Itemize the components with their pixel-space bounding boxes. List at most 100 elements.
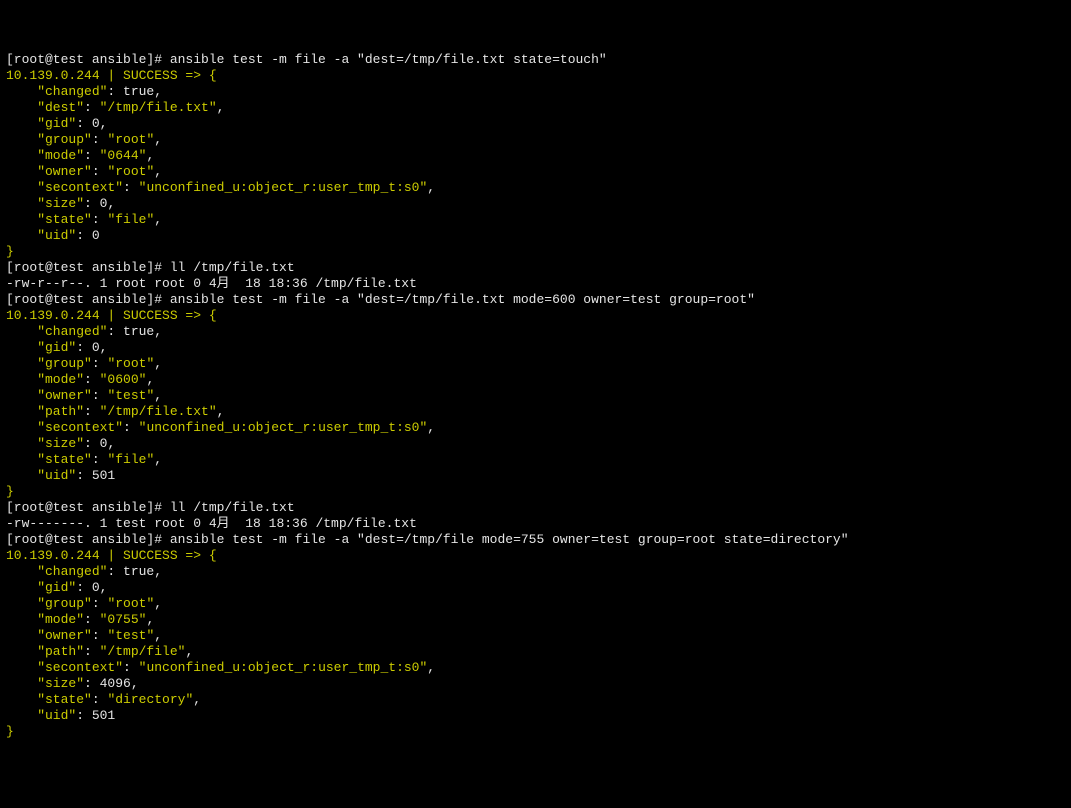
json-value: "0644" <box>100 148 147 163</box>
json-key: "changed" <box>6 84 107 99</box>
json-value: 501 <box>92 468 115 483</box>
terminal-line: 10.139.0.244 | SUCCESS => { <box>6 548 1065 564</box>
json-value: "0755" <box>100 612 147 627</box>
terminal-line: "changed": true, <box>6 564 1065 580</box>
ansible-output: 10.139.0.244 | SUCCESS => { <box>6 548 217 563</box>
terminal-output[interactable]: [root@test ansible]# ansible test -m fil… <box>6 52 1065 740</box>
json-value: true <box>123 564 154 579</box>
json-key: "gid" <box>6 340 76 355</box>
terminal-line: "changed": true, <box>6 84 1065 100</box>
json-key: "mode" <box>6 148 84 163</box>
terminal-line: } <box>6 484 1065 500</box>
shell-command[interactable]: ansible test -m file -a "dest=/tmp/file.… <box>170 292 755 307</box>
json-value: "/tmp/file.txt" <box>100 100 217 115</box>
json-value: 0 <box>92 116 100 131</box>
json-value: 0 <box>92 580 100 595</box>
json-value: "root" <box>107 596 154 611</box>
json-key: "uid" <box>6 468 76 483</box>
terminal-line: "state": "file", <box>6 212 1065 228</box>
json-value: "/tmp/file" <box>100 644 186 659</box>
json-key: "state" <box>6 452 92 467</box>
terminal-line: "group": "root", <box>6 132 1065 148</box>
terminal-line: "mode": "0644", <box>6 148 1065 164</box>
json-value: true <box>123 324 154 339</box>
json-key: "owner" <box>6 164 92 179</box>
json-value: "test" <box>107 628 154 643</box>
json-value: 0 <box>92 340 100 355</box>
terminal-line: [root@test ansible]# ansible test -m fil… <box>6 292 1065 308</box>
json-value: "root" <box>107 132 154 147</box>
terminal-line: "uid": 0 <box>6 228 1065 244</box>
shell-command[interactable]: ll /tmp/file.txt <box>170 500 295 515</box>
terminal-line: "uid": 501 <box>6 708 1065 724</box>
terminal-line: -rw-------. 1 test root 0 4月 18 18:36 /t… <box>6 516 1065 532</box>
json-value: "root" <box>107 356 154 371</box>
json-value: "unconfined_u:object_r:user_tmp_t:s0" <box>139 180 428 195</box>
json-value: 0 <box>92 228 100 243</box>
ansible-output: } <box>6 244 14 259</box>
json-key: "state" <box>6 212 92 227</box>
json-key: "path" <box>6 644 84 659</box>
terminal-line: "mode": "0755", <box>6 612 1065 628</box>
ls-output: -rw-r--r--. 1 root root 0 4月 18 18:36 /t… <box>6 276 417 291</box>
json-key: "gid" <box>6 116 76 131</box>
terminal-line: "owner": "root", <box>6 164 1065 180</box>
json-key: "mode" <box>6 612 84 627</box>
json-key: "secontext" <box>6 660 123 675</box>
json-value: "/tmp/file.txt" <box>100 404 217 419</box>
shell-prompt: [root@test ansible]# <box>6 292 170 307</box>
terminal-line: } <box>6 724 1065 740</box>
json-key: "size" <box>6 676 84 691</box>
terminal-line: [root@test ansible]# ansible test -m fil… <box>6 532 1065 548</box>
terminal-line: 10.139.0.244 | SUCCESS => { <box>6 308 1065 324</box>
json-key: "group" <box>6 596 92 611</box>
terminal-line: [root@test ansible]# ll /tmp/file.txt <box>6 500 1065 516</box>
json-value: "unconfined_u:object_r:user_tmp_t:s0" <box>139 420 428 435</box>
json-value: true <box>123 84 154 99</box>
json-key: "path" <box>6 404 84 419</box>
shell-command[interactable]: ansible test -m file -a "dest=/tmp/file … <box>170 532 849 547</box>
terminal-line: "dest": "/tmp/file.txt", <box>6 100 1065 116</box>
shell-prompt: [root@test ansible]# <box>6 500 170 515</box>
ansible-output: } <box>6 484 14 499</box>
terminal-line: "owner": "test", <box>6 388 1065 404</box>
json-key: "gid" <box>6 580 76 595</box>
json-key: "size" <box>6 436 84 451</box>
ansible-output: 10.139.0.244 | SUCCESS => { <box>6 308 217 323</box>
json-value: "directory" <box>107 692 193 707</box>
shell-prompt: [root@test ansible]# <box>6 532 170 547</box>
terminal-line: "state": "file", <box>6 452 1065 468</box>
terminal-line: "mode": "0600", <box>6 372 1065 388</box>
ls-output: -rw-------. 1 test root 0 4月 18 18:36 /t… <box>6 516 417 531</box>
terminal-line: "changed": true, <box>6 324 1065 340</box>
json-key: "uid" <box>6 228 76 243</box>
json-key: "owner" <box>6 388 92 403</box>
terminal-line: "secontext": "unconfined_u:object_r:user… <box>6 180 1065 196</box>
terminal-line: "gid": 0, <box>6 580 1065 596</box>
json-value: 4096 <box>100 676 131 691</box>
terminal-line: [root@test ansible]# ll /tmp/file.txt <box>6 260 1065 276</box>
json-value: "0600" <box>100 372 147 387</box>
terminal-line: [root@test ansible]# ansible test -m fil… <box>6 52 1065 68</box>
terminal-line: "secontext": "unconfined_u:object_r:user… <box>6 420 1065 436</box>
json-key: "state" <box>6 692 92 707</box>
terminal-line: "group": "root", <box>6 596 1065 612</box>
shell-command[interactable]: ansible test -m file -a "dest=/tmp/file.… <box>170 52 607 67</box>
shell-command[interactable]: ll /tmp/file.txt <box>170 260 295 275</box>
terminal-line: } <box>6 244 1065 260</box>
terminal-line: "gid": 0, <box>6 116 1065 132</box>
json-value: "file" <box>107 452 154 467</box>
json-key: "owner" <box>6 628 92 643</box>
terminal-line: -rw-r--r--. 1 root root 0 4月 18 18:36 /t… <box>6 276 1065 292</box>
json-key: "changed" <box>6 324 107 339</box>
json-value: "unconfined_u:object_r:user_tmp_t:s0" <box>139 660 428 675</box>
terminal-line: "secontext": "unconfined_u:object_r:user… <box>6 660 1065 676</box>
terminal-line: "size": 4096, <box>6 676 1065 692</box>
json-value: "root" <box>107 164 154 179</box>
json-key: "secontext" <box>6 420 123 435</box>
terminal-line: 10.139.0.244 | SUCCESS => { <box>6 68 1065 84</box>
shell-prompt: [root@test ansible]# <box>6 52 170 67</box>
terminal-line: "gid": 0, <box>6 340 1065 356</box>
json-key: "secontext" <box>6 180 123 195</box>
terminal-line: "owner": "test", <box>6 628 1065 644</box>
